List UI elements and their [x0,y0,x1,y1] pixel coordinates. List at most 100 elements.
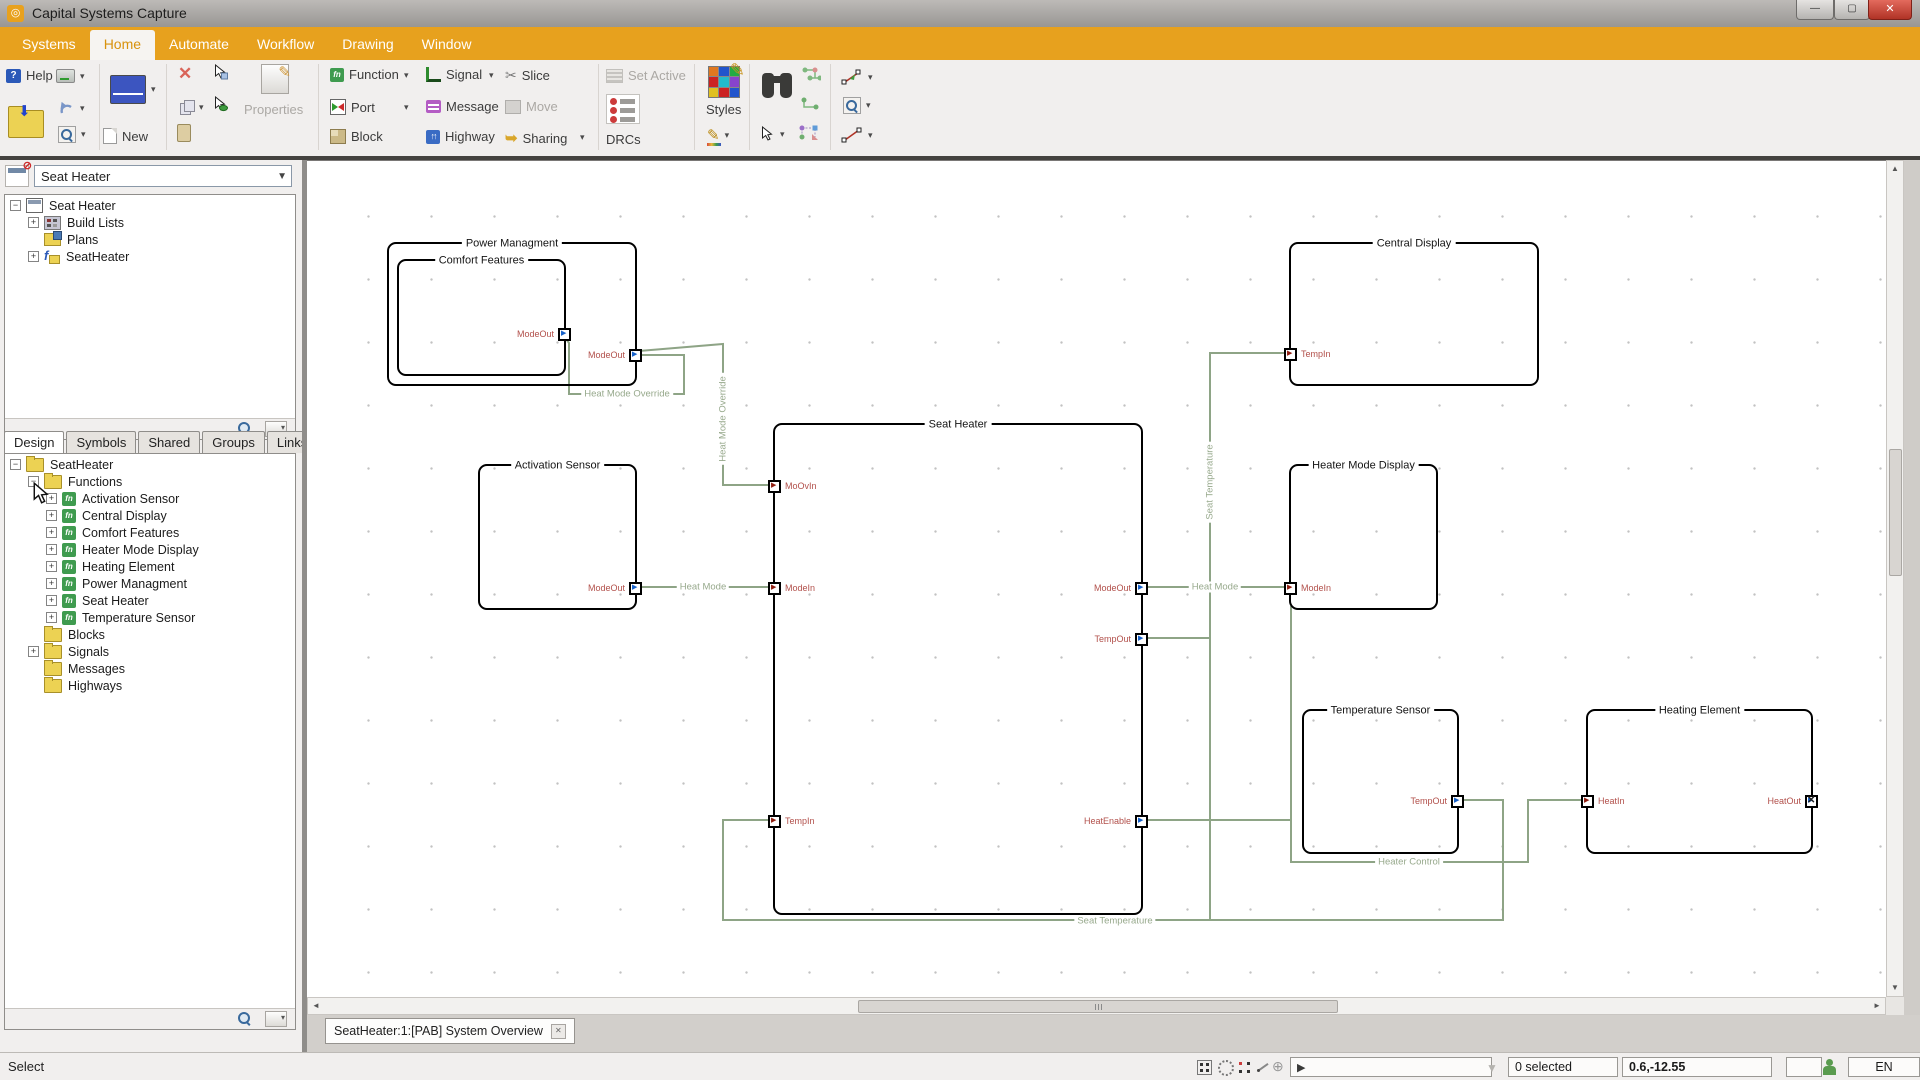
tab-shared[interactable]: Shared [138,431,201,453]
port-seat-heater-moovin[interactable]: ▶ [768,480,781,493]
filter-icon[interactable]: ▼ [1486,1061,1498,1075]
tab-groups[interactable]: Groups [202,431,265,453]
scroll-down-icon[interactable]: ▼ [1887,980,1903,996]
port-comfort-features-modeout[interactable]: ▶ [558,328,571,341]
tree-expand-icon[interactable]: + [46,612,57,623]
port-seat-heater-modeout[interactable]: ▶ [1135,582,1148,595]
new-button[interactable]: New [103,128,148,144]
tab-symbols[interactable]: Symbols [66,431,137,453]
block-central-display[interactable]: Central Display ▶ TempIn [1284,237,1539,386]
tree-item-messages[interactable]: Messages [5,659,295,677]
group-nodes-button[interactable] [798,124,820,142]
scroll-up-icon[interactable]: ▲ [1887,161,1903,177]
port-seat-heater-heatenable[interactable]: ▶ [1135,815,1148,828]
port-power-managment-modeout[interactable]: ▶ [629,349,642,362]
pen-mode-icon[interactable] [1256,1060,1270,1074]
tree-expand-icon[interactable]: + [28,251,39,262]
help-button[interactable]: ? Help [6,68,53,83]
expand-topology-button[interactable] [801,66,821,84]
drcs-button[interactable] [606,94,640,124]
horizontal-scrollbar[interactable]: ◄ ► [307,997,1886,1015]
sharing-button[interactable]: ➥ Sharing [505,129,567,147]
set-active-button[interactable]: Set Active [606,68,686,83]
design-scope-icon[interactable] [5,159,32,187]
block-style-button[interactable]: ▾ [110,75,156,104]
tree-item-build-lists[interactable]: + Build Lists [5,214,295,231]
block-temperature-sensor[interactable]: Temperature Sensor ▶ TempOut [1302,704,1464,854]
format-painter-button[interactable]: ✎ ▾ [707,126,730,146]
tree-expand-icon[interactable]: + [46,544,57,555]
scroll-right-icon[interactable]: ► [1869,998,1885,1014]
tree-item-power-managment[interactable]: + fn Power Managment [5,575,295,592]
undo-button[interactable]: ▾ [58,101,85,115]
open-import-button[interactable] [8,102,44,138]
snap-grid-icon[interactable] [1197,1060,1212,1075]
tree-expand-icon[interactable]: + [46,578,57,589]
panel-view-options-button[interactable] [265,1011,287,1027]
select-copy-tool[interactable] [214,64,228,80]
horizontal-scroll-thumb[interactable] [858,1000,1338,1013]
design-selector-combobox[interactable]: Seat Heater ▼ [34,165,292,187]
port-central-display-tempin[interactable]: ▶ [1284,348,1297,361]
copy-button[interactable]: ▾ [180,100,204,115]
tree-item-seatheater[interactable]: + SeatHeater [5,248,295,265]
connect-signal-button[interactable] [800,96,820,112]
tree-item-heater-mode-display[interactable]: + fn Heater Mode Display [5,541,295,558]
function-button[interactable]: fn Function [330,67,399,82]
tree-expand-icon[interactable]: + [46,510,57,521]
route-wire-dropdown-icon[interactable]: ▾ [868,72,873,83]
menu-item-automate[interactable]: Automate [155,30,243,60]
draw-line-dropdown-icon[interactable]: ▾ [868,130,873,141]
dots-mode-icon[interactable] [1238,1060,1251,1073]
format-painter-dropdown-icon[interactable]: ▾ [725,130,730,141]
minimize-button[interactable]: — [1796,0,1834,20]
tree-item-plans[interactable]: Plans [5,231,295,248]
signal-button[interactable]: Signal [426,67,482,82]
tab-design[interactable]: Design [4,431,65,454]
select-tool-dropdown-icon[interactable]: ▾ [780,129,785,140]
highway-button[interactable]: ↑↑ Highway [426,129,495,144]
tree-expand-icon[interactable]: + [46,595,57,606]
block-button[interactable]: Block [330,129,383,144]
port-heating-element-heatin[interactable]: ▶ [1581,795,1594,808]
message-button[interactable]: Message [426,99,499,114]
tree-item-blocks[interactable]: Blocks [5,625,295,643]
vertical-scrollbar[interactable]: ▲ ▼ [1886,160,1904,997]
tree-item-heating-element[interactable]: + fn Heating Element [5,558,295,575]
zoom-area-dropdown-icon[interactable]: ▾ [866,100,871,111]
menu-item-workflow[interactable]: Workflow [243,30,328,60]
zoom-dropdown-icon[interactable]: ▾ [81,129,86,140]
tree-item-seat-heater[interactable]: − Seat Heater [5,197,295,214]
tree-expand-icon[interactable]: + [28,646,39,657]
port-heating-element-heatout[interactable]: ▶ ✕ [1805,795,1818,808]
tree-item-seat-heater[interactable]: + fn Seat Heater [5,592,295,609]
menu-item-window[interactable]: Window [408,30,486,60]
sharing-dropdown-icon[interactable]: ▾ [580,132,585,143]
properties-button[interactable] [261,63,291,94]
copy-dropdown-icon[interactable]: ▾ [199,102,204,113]
tree-item-temperature-sensor[interactable]: + fn Temperature Sensor [5,609,295,626]
port-button[interactable]: Port [330,99,375,115]
delete-button[interactable]: ✕ [178,65,192,82]
block-heating-element[interactable]: Heating Element ▶ HeatIn ▶ ✕ HeatOut [1581,704,1818,854]
port-seat-heater-tempout[interactable]: ▶ [1135,633,1148,646]
select-tool-button[interactable]: ▾ [761,126,785,142]
diagram-canvas[interactable]: Power Managment ▶ ModeOut Comfort Features ▶… [307,160,1886,997]
lasso-select-icon[interactable] [1218,1060,1234,1076]
language-indicator[interactable]: EN [1848,1057,1920,1077]
crosshair-icon[interactable]: ⊕ [1272,1059,1284,1073]
document-tab[interactable]: SeatHeater:1:[PAB] System Overview ✕ [325,1018,575,1044]
block-seat-heater[interactable]: Seat Heater ▶ MoOvIn ▶ ModeIn ▶ TempIn ▶ ModeOut… [768,418,1148,915]
document-tab-close-icon[interactable]: ✕ [550,1023,566,1039]
vertical-scroll-thumb[interactable] [1889,449,1902,576]
tree-item-highways[interactable]: Highways [5,676,295,694]
tree-item-seatheater[interactable]: − SeatHeater [5,456,295,473]
tree-expand-icon[interactable]: + [28,217,39,228]
script-run-box[interactable] [1290,1057,1492,1077]
function-dropdown-icon[interactable]: ▾ [404,70,409,81]
port-temperature-sensor-tempout[interactable]: ▶ [1451,795,1464,808]
port-dropdown-icon[interactable]: ▾ [404,102,409,113]
menu-item-systems[interactable]: Systems [8,30,90,60]
move-button[interactable]: Move [505,99,558,114]
signal-dropdown-icon[interactable]: ▾ [489,70,494,81]
